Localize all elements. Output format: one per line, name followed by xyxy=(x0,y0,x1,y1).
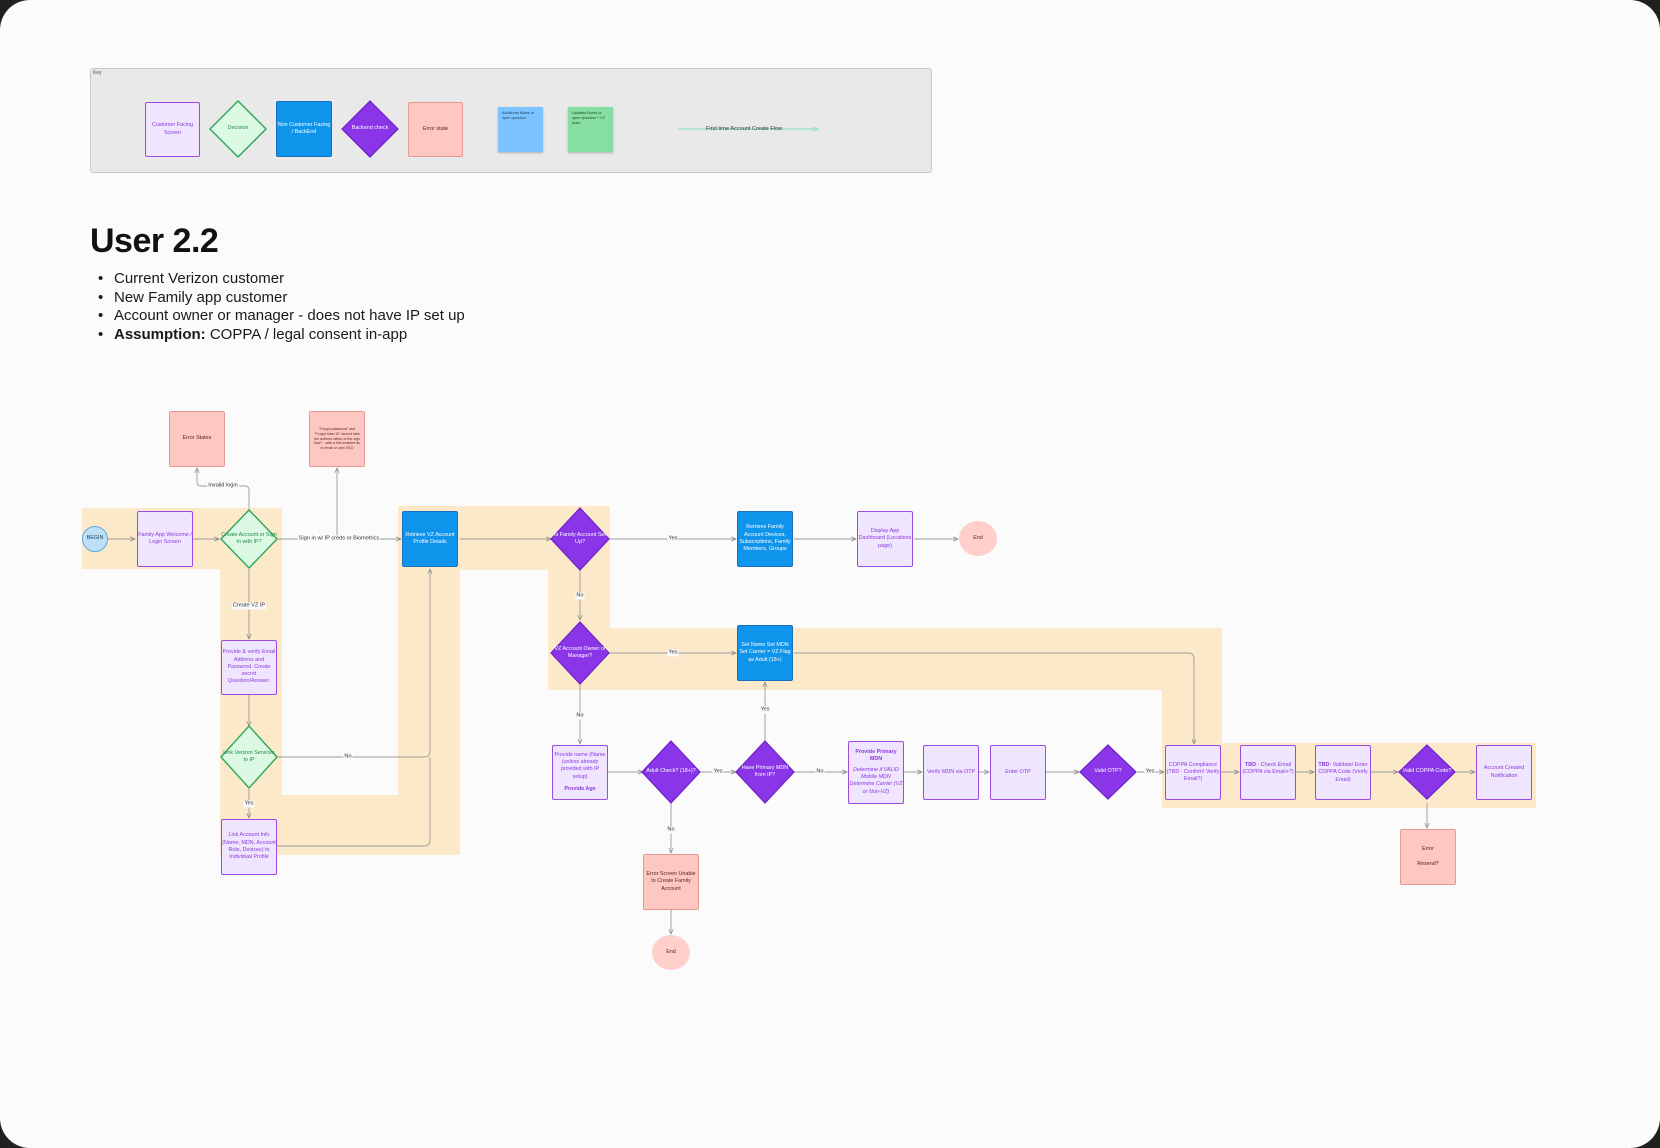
set-name-mdn-box[interactable]: Set Name Set MDN Set Carrier = VZ Flag a… xyxy=(737,625,793,681)
error-states-box[interactable]: Error States xyxy=(169,411,225,467)
label-yes-owner: Yes xyxy=(667,649,679,657)
diagram-canvas: Key Customer Facing Screen Decision Non … xyxy=(0,0,1660,1148)
legend-decision-label: Decision xyxy=(227,125,249,132)
error-resend-box[interactable]: Error Resend? xyxy=(1400,829,1456,885)
verify-mdn-otp-screen[interactable]: Verify MDN via OTP xyxy=(923,745,979,800)
link-verizon-label: Link Verizon Services to IP xyxy=(223,749,275,763)
provide-primary-mdn-screen[interactable]: Provide Primary MDN Determine if VALID M… xyxy=(848,741,904,804)
label-no-link: No xyxy=(343,753,353,761)
bullet-list: Current Verizon customer New Family app … xyxy=(98,270,478,344)
error-resend-line2: Resend? xyxy=(1417,860,1439,867)
provide-primary-detail: Determine if VALID Mobile MDN Determine … xyxy=(849,766,903,795)
retrieve-family-account-box[interactable]: Retrieve Family Account Devices, Subscri… xyxy=(737,511,793,567)
label-sign-in-ip: Sign in w/ IP creds or Biometrics xyxy=(297,535,381,543)
bullet-item: Assumption: COPPA / legal consent in-app xyxy=(98,326,478,345)
legend-sticky-green: Updated Notes or open question + VZ team xyxy=(568,107,613,152)
label-yes-adult: Yes xyxy=(712,768,724,776)
forgot-password-box[interactable]: "Forgot password" and "Forgot User ID" s… xyxy=(309,411,365,467)
label-no-primary: No xyxy=(815,768,825,776)
tbd-check-label: TBD xyxy=(1244,762,1257,768)
bullet-item: Account owner or manager - does not have… xyxy=(98,307,478,326)
connectors-layer xyxy=(108,100,1660,1148)
bullet-item: New Family app customer xyxy=(98,289,478,308)
label-invalid-login: Invalid login xyxy=(207,482,239,490)
vz-owner-manager-label: VZ Account Owner or Manager? xyxy=(554,645,606,659)
error-resend-line1: Error xyxy=(1422,846,1434,853)
assumption-label: Assumption: xyxy=(114,325,206,343)
label-yes-primary: Yes xyxy=(759,706,771,714)
account-created-screen[interactable]: Account Created Notification xyxy=(1476,745,1532,800)
valid-coppa-label: Valid COPPA Code? xyxy=(1402,768,1452,775)
end-terminal-top[interactable]: End xyxy=(959,521,997,556)
have-primary-mdn-label: Have Primary MDN from IP? xyxy=(741,764,789,778)
link-account-info-screen[interactable]: Link Account Info (Name, MDN, Account Ro… xyxy=(221,819,277,875)
label-no-owner: No xyxy=(575,712,585,720)
provide-name-text: Provide name (Name (unless already provi… xyxy=(554,751,606,780)
create-or-sign-in-label: Create Account or Sign In with IP? xyxy=(221,531,277,545)
is-family-setup-label: Is Family Account Set Up? xyxy=(554,531,606,545)
adult-check-label: Adult Check? (18+)? xyxy=(646,768,696,775)
label-no-family: No xyxy=(575,592,585,600)
error-screen-unable-box[interactable]: Error Screen Unable to Create Family Acc… xyxy=(643,854,699,910)
label-create-vz-ip: Create VZ IP xyxy=(231,602,267,610)
assumption-text: COPPA / legal consent in-app xyxy=(209,325,408,343)
display-dashboard-screen[interactable]: Display App Dashboard (Locations page) xyxy=(857,511,913,567)
bullet-item: Current Verizon customer xyxy=(98,270,478,289)
tbd-validate-label: TBD xyxy=(1318,762,1330,768)
tbd-validate-coppa-screen[interactable]: TBD- Validate/ Enter COPPA Code (Verify … xyxy=(1315,745,1371,800)
welcome-login-screen[interactable]: Family App Welcome / Login Screen xyxy=(137,511,193,567)
label-yes-family: Yes xyxy=(667,535,679,543)
legend-first-time-flow-label: First time Account Create Flow xyxy=(706,126,783,132)
legend-sticky-blue: Additional Notes or open question xyxy=(498,107,543,152)
retrieve-vz-profile-box[interactable]: Retrieve VZ Account Profile Details xyxy=(402,511,458,567)
provide-name-age-screen[interactable]: Provide name (Name (unless already provi… xyxy=(552,745,608,800)
provide-primary-title: Provide Primary MDN xyxy=(855,749,897,763)
end-terminal-bottom[interactable]: End xyxy=(652,935,690,970)
tbd-check-email-screen[interactable]: TBD - Check Email (COPPA via Email+?) xyxy=(1240,745,1296,800)
label-yes-otp: Yes xyxy=(1144,768,1156,776)
label-no-adult: No xyxy=(666,826,676,834)
legend-non-customer: Non Customer Facing / BackEnd xyxy=(276,101,332,157)
provide-verify-email-screen[interactable]: Provide & verify Email Address and Passw… xyxy=(221,640,277,695)
legend-error-state: Error state xyxy=(408,102,463,157)
coppa-compliance-screen[interactable]: COPPA Compliance (TBD - Confirm! Verify … xyxy=(1165,745,1221,800)
legend-customer-screen: Customer Facing Screen xyxy=(145,102,200,157)
provide-age-text: Provide Age xyxy=(564,785,596,792)
begin-terminal[interactable]: BEGIN xyxy=(82,526,108,552)
page-title: User 2.2 xyxy=(90,222,219,260)
legend-backend-label: Backend check xyxy=(351,125,389,132)
label-yes-link: Yes xyxy=(243,800,255,808)
valid-otp-label: Valid OTP? xyxy=(1094,768,1122,775)
enter-otp-screen[interactable]: Enter OTP xyxy=(990,745,1046,800)
